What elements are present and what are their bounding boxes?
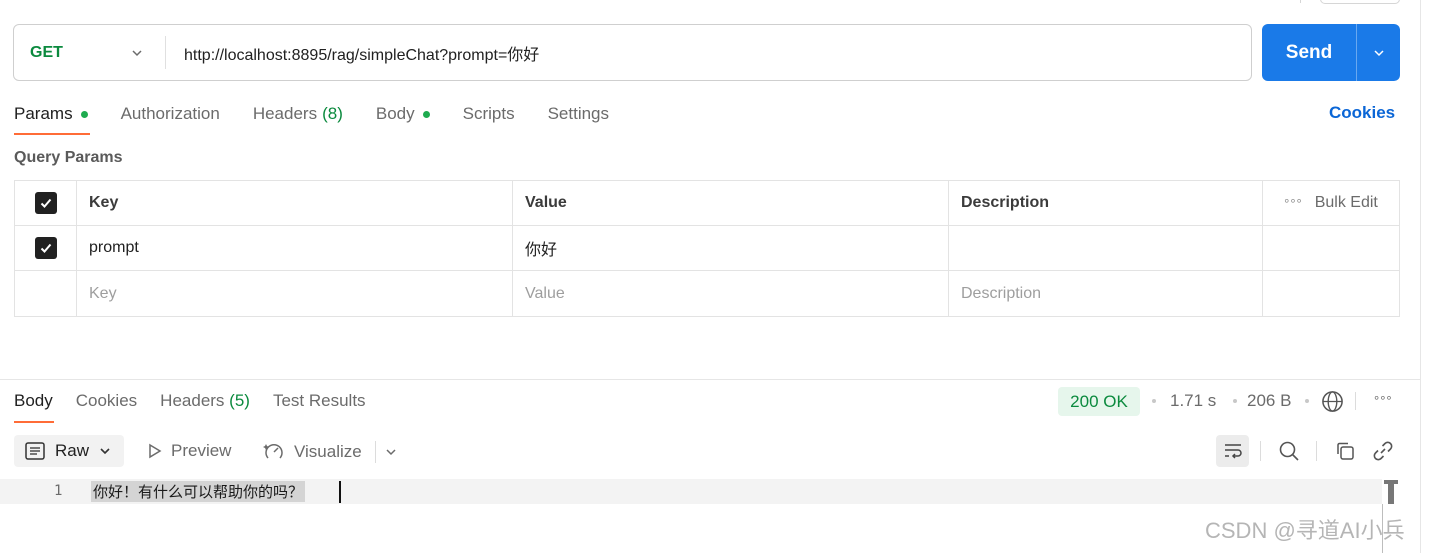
row-check-cell [15, 271, 77, 316]
scrollbar-thumb[interactable] [1384, 480, 1398, 504]
preview-button[interactable]: Preview [148, 441, 231, 461]
tab-label: Scripts [462, 104, 515, 123]
top-control-stub[interactable] [1320, 0, 1400, 4]
text-caret [339, 481, 341, 503]
tab-body[interactable]: Body [376, 104, 430, 124]
table-row: prompt 你好 [15, 226, 1399, 271]
tab-label: Params [14, 104, 73, 123]
param-description-cell[interactable] [949, 226, 1263, 270]
query-params-table: Key Value Description °°° Bulk Edit prom… [14, 180, 1400, 317]
response-time[interactable]: 1.71 s [1170, 391, 1216, 411]
watermark: CSDN @寻道AI小兵 [1205, 518, 1405, 543]
tab-label: Authorization [120, 104, 220, 123]
top-divider [1300, 0, 1301, 3]
select-all-cell [15, 181, 77, 225]
right-panel-border [1420, 0, 1421, 553]
response-divider [0, 379, 1420, 380]
column-header-key: Key [77, 181, 513, 225]
response-tab-headers[interactable]: Headers (5) [160, 391, 250, 411]
line-number: 1 [54, 483, 63, 499]
play-icon [149, 443, 162, 459]
separator-dot [1305, 399, 1309, 403]
response-tab-test-results[interactable]: Test Results [273, 391, 366, 411]
link-icon[interactable] [1372, 440, 1394, 462]
tab-scripts[interactable]: Scripts [463, 104, 515, 124]
divider [1316, 441, 1317, 461]
active-tab-underline [14, 133, 90, 135]
separator-dot [1152, 399, 1156, 403]
separator-dot [1233, 399, 1237, 403]
request-url-bar: GET http://localhost:8895/rag/simpleChat… [13, 24, 1252, 81]
send-options-button[interactable] [1357, 47, 1400, 59]
param-key-cell[interactable]: prompt [77, 226, 513, 270]
visualize-button[interactable]: Visualize [263, 441, 362, 463]
chevron-down-icon [100, 448, 110, 455]
status-badge[interactable]: 200 OK [1058, 387, 1140, 416]
chevron-down-icon [132, 49, 142, 56]
method-label: GET [30, 43, 63, 61]
format-select[interactable]: Raw [14, 435, 124, 467]
more-options-icon[interactable]: °°° [1374, 393, 1393, 408]
new-value-input[interactable]: Value [513, 271, 949, 316]
more-dots-icon: °°° [1284, 195, 1303, 211]
response-tab-body[interactable]: Body [14, 391, 53, 411]
new-description-input[interactable]: Description [949, 271, 1263, 316]
row-actions-cell [1263, 271, 1399, 316]
copy-icon[interactable] [1335, 441, 1355, 461]
row-actions-cell [1263, 226, 1399, 270]
indicator-dot [422, 110, 430, 118]
check-icon [40, 243, 51, 253]
response-tab-cookies[interactable]: Cookies [76, 391, 137, 411]
table-header-row: Key Value Description °°° Bulk Edit [15, 181, 1399, 226]
row-check-cell [15, 226, 77, 270]
divider [1260, 441, 1261, 461]
select-all-checkbox[interactable] [34, 192, 57, 214]
check-icon [40, 198, 51, 208]
chevron-down-icon [1373, 49, 1384, 56]
divider [1355, 392, 1356, 410]
raw-text-icon [25, 442, 45, 460]
preview-label: Preview [171, 441, 232, 460]
send-button[interactable]: Send [1262, 24, 1400, 81]
tab-authorization[interactable]: Authorization [121, 104, 220, 124]
tab-params[interactable]: Params [14, 104, 88, 124]
tab-label: Headers [252, 104, 318, 123]
column-header-value: Value [513, 181, 949, 225]
divider [375, 441, 376, 463]
method-select[interactable]: GET [14, 36, 166, 69]
globe-icon[interactable] [1321, 390, 1344, 413]
visualize-icon [263, 443, 283, 459]
row-checkbox[interactable] [34, 237, 57, 259]
tab-label: Headers [160, 391, 225, 410]
bulk-edit-button[interactable]: °°° Bulk Edit [1263, 181, 1399, 225]
format-label: Raw [55, 441, 90, 460]
active-response-tab-underline [14, 421, 54, 423]
bulk-edit-label: Bulk Edit [1314, 194, 1378, 211]
query-params-title: Query Params [14, 149, 123, 166]
url-input[interactable]: http://localhost:8895/rag/simpleChat?pro… [166, 41, 539, 65]
search-icon[interactable] [1278, 440, 1300, 462]
tab-count: (8) [322, 104, 343, 123]
wrap-lines-button[interactable] [1216, 435, 1249, 467]
visualize-label: Visualize [294, 442, 362, 461]
cookies-link[interactable]: Cookies [1329, 103, 1395, 123]
response-body-text[interactable]: 你好！有什么可以帮助你的吗？ [91, 481, 306, 502]
response-tabs: Body Cookies Headers (5) Test Results [14, 391, 389, 411]
tab-settings[interactable]: Settings [548, 104, 609, 124]
column-header-description: Description [949, 181, 1263, 225]
new-key-input[interactable]: Key [77, 271, 513, 316]
tab-label: Body [375, 104, 415, 123]
response-size[interactable]: 206 B [1247, 391, 1291, 411]
chevron-down-icon[interactable] [385, 446, 397, 458]
indicator-dot [80, 110, 88, 118]
param-value-cell[interactable]: 你好 [513, 226, 949, 270]
tab-headers[interactable]: Headers (8) [253, 104, 343, 124]
tab-count: (5) [229, 391, 250, 410]
send-label: Send [1285, 41, 1333, 63]
tab-label: Settings [547, 104, 610, 123]
wrap-lines-icon [1224, 444, 1242, 459]
request-tabs: Params Authorization Headers (8) Body Scr… [14, 102, 642, 126]
table-row-new: Key Value Description [15, 271, 1399, 316]
